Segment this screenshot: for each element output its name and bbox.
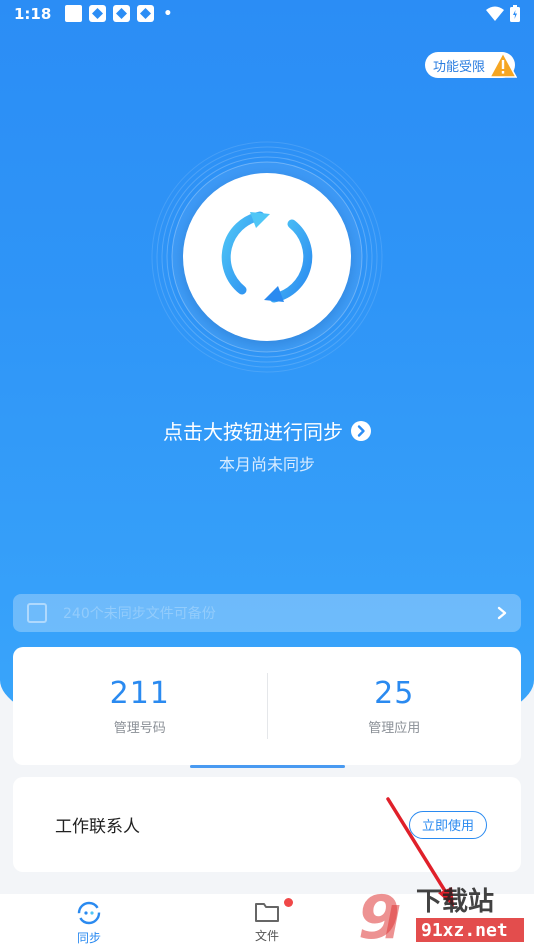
stat-value: 25 [374, 676, 415, 711]
sync-button[interactable] [183, 173, 351, 341]
status-time: 1:18 [14, 4, 52, 23]
watermark-text-line2: 91xz.net [421, 920, 508, 941]
status-bar: 1:18 • [0, 0, 534, 27]
battery-icon [510, 5, 520, 22]
use-now-button[interactable]: 立即使用 [408, 810, 487, 839]
watermark-text-line1: 下载站 [416, 887, 494, 917]
card-accent-line [190, 765, 345, 768]
sync-hint-text: 点击大按钮进行同步 [163, 420, 343, 444]
tab-sync[interactable]: 同步 [0, 894, 178, 950]
tab-label: 同步 [76, 931, 101, 945]
more-notifications-dot: • [163, 5, 173, 22]
stats-card: 211 管理号码 25 管理应用 [13, 647, 521, 765]
file-icon [27, 603, 47, 623]
chevron-right-icon [351, 421, 371, 441]
unread-badge [284, 898, 293, 907]
feature-limited-badge[interactable]: 功能受限 [425, 52, 517, 78]
unsynced-files-bar[interactable]: 240个未同步文件可备份 [13, 594, 521, 632]
warning-icon [489, 52, 517, 78]
app-notification-icon [89, 5, 107, 22]
stat-label: 管理应用 [368, 721, 421, 736]
work-contacts-title: 工作联系人 [55, 817, 140, 837]
unsynced-files-text: 240个未同步文件可备份 [63, 606, 216, 622]
tab-label: 文件 [254, 929, 279, 943]
notification-icon [65, 5, 83, 22]
work-contacts-card[interactable]: 工作联系人 立即使用 [13, 777, 521, 872]
managed-apps-stat[interactable]: 25 管理应用 [268, 676, 522, 736]
sync-hint[interactable]: 点击大按钮进行同步 [0, 416, 534, 445]
sync-icon [221, 211, 313, 303]
sync-status-text: 本月尚未同步 [218, 455, 315, 474]
sync-tab-icon [77, 901, 101, 925]
chevron-right-icon [497, 606, 507, 620]
sync-hero-background [0, 0, 534, 750]
app-notification-icon [137, 5, 155, 22]
feature-limited-label: 功能受限 [433, 59, 486, 75]
site-watermark-logo: 9 l 下载站 91xz.net [358, 883, 524, 948]
svg-text:l: l [384, 898, 400, 948]
stat-label: 管理号码 [113, 721, 166, 736]
tab-files[interactable]: 文件 [178, 894, 356, 950]
stat-value: 211 [109, 676, 170, 711]
managed-numbers-stat[interactable]: 211 管理号码 [13, 676, 267, 736]
wifi-icon [486, 6, 504, 21]
app-notification-icon [113, 5, 131, 22]
folder-icon [255, 903, 279, 922]
